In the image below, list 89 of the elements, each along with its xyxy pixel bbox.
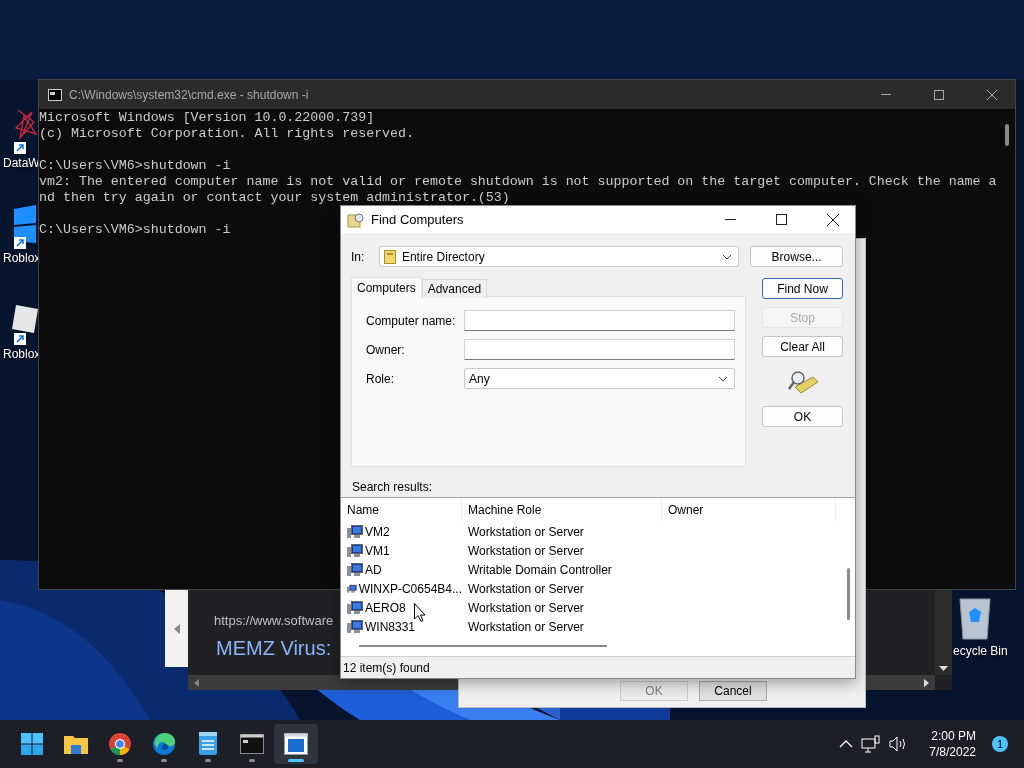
cancel-button[interactable]: Cancel bbox=[699, 681, 767, 701]
recycle-bin-icon[interactable] bbox=[957, 596, 993, 640]
role-cell-text: Workstation or Server bbox=[467, 523, 585, 541]
directory-icon bbox=[383, 249, 396, 264]
computer-name-cell[interactable]: WIN8331 bbox=[341, 617, 462, 636]
chevron-down-icon bbox=[718, 375, 728, 382]
column-header[interactable]: Owner bbox=[662, 498, 836, 522]
computer-icon bbox=[347, 543, 363, 558]
role-cell-text: Workstation or Server bbox=[467, 618, 585, 636]
start-icon bbox=[20, 732, 44, 756]
tab[interactable]: Advanced bbox=[421, 279, 488, 298]
desktop-icon-label[interactable]: Roblox bbox=[0, 251, 41, 265]
close-icon[interactable] bbox=[987, 89, 997, 100]
chevron-down-icon bbox=[722, 253, 733, 260]
tab[interactable]: Computers bbox=[351, 277, 422, 298]
console-line: vm2: The entered computer name is not valid or remote shutdown is not supported on the target computer. Check the name a bbox=[39, 174, 997, 190]
date: 7/8/2022 bbox=[929, 744, 976, 760]
status-text: 12 item(s) found bbox=[343, 660, 430, 675]
console-line: C:\Users\VM6>shutdown -i bbox=[39, 158, 231, 174]
location-dropdown[interactable]: Entire Directory bbox=[378, 246, 740, 267]
desktop-icon-label[interactable]: DataW bbox=[0, 156, 40, 170]
cursor-icon bbox=[414, 603, 426, 622]
console-line: (c) Microsoft Corporation. All rights reserved. bbox=[39, 126, 415, 142]
role-cell-text: Workstation or Server bbox=[467, 542, 585, 560]
computer-name-cell[interactable]: VM1 bbox=[341, 541, 462, 560]
field-label: Owner: bbox=[366, 342, 406, 357]
role-cell-text: Workstation or Server bbox=[467, 580, 585, 598]
field-label: In: bbox=[351, 249, 366, 264]
role-cell-text: Writable Domain Controller bbox=[467, 561, 613, 579]
window-title: C:\Windows\system32\cmd.exe - shutdown -i bbox=[69, 87, 310, 102]
maximize-icon[interactable] bbox=[934, 89, 944, 100]
desktop-icon-label[interactable]: ecycle Bin bbox=[953, 644, 1008, 658]
computer-name: WIN8331 bbox=[365, 619, 416, 634]
computer-icon bbox=[347, 600, 363, 615]
action-button[interactable]: Clear All bbox=[762, 336, 843, 357]
computer-name: VM1 bbox=[365, 543, 390, 558]
computer-icon bbox=[347, 562, 363, 577]
computer-name-cell[interactable]: WINXP-C0654B4... bbox=[341, 579, 462, 598]
computer-name: VM2 bbox=[365, 524, 390, 539]
scroll-down-icon[interactable] bbox=[939, 666, 948, 671]
vertical-scrollbar[interactable] bbox=[935, 590, 952, 675]
chrome-icon bbox=[108, 732, 132, 756]
magnifier-icon bbox=[786, 368, 819, 395]
app-window-icon bbox=[284, 733, 308, 755]
role-dropdown[interactable]: Any bbox=[464, 368, 735, 389]
console-line: Microsoft Windows [Version 10.0.22000.739] bbox=[39, 110, 375, 126]
computer-name: AD bbox=[365, 562, 382, 577]
notification-badge[interactable]: 1 bbox=[992, 736, 1008, 752]
terminal-icon bbox=[240, 734, 264, 754]
results-label: Search results: bbox=[351, 479, 434, 496]
chevron-up-icon[interactable] bbox=[839, 740, 854, 748]
edge-icon bbox=[152, 732, 176, 756]
console-icon bbox=[48, 88, 62, 101]
action-button[interactable]: Find Now bbox=[762, 278, 843, 299]
ok-button[interactable]: OK bbox=[762, 406, 843, 427]
scrollbar-thumb[interactable] bbox=[1005, 124, 1009, 146]
computer-icon bbox=[347, 619, 363, 634]
volume-icon[interactable] bbox=[889, 736, 908, 752]
field-label: Role: bbox=[366, 371, 395, 386]
computer-name: AERO8 bbox=[365, 600, 406, 615]
scroll-right-icon[interactable] bbox=[924, 678, 929, 687]
scrollbar-thumb[interactable] bbox=[847, 568, 850, 620]
computer-icon bbox=[347, 581, 357, 596]
clock[interactable]: 2:00 PM 7/8/2022 bbox=[929, 728, 976, 760]
console-line: nd then try again or contact your system administrator.(53) bbox=[39, 190, 510, 206]
computer-icon bbox=[347, 524, 363, 539]
taskbar-button[interactable] bbox=[274, 724, 318, 764]
computer-name-cell[interactable]: AD bbox=[341, 560, 462, 579]
folder-icon bbox=[63, 733, 89, 755]
maximize-icon[interactable] bbox=[776, 214, 787, 225]
close-icon[interactable] bbox=[826, 213, 839, 226]
computer-name: WINXP-C0654B4... bbox=[358, 581, 462, 596]
field-label: Computer name: bbox=[366, 313, 457, 328]
time: 2:00 PM bbox=[931, 728, 976, 744]
network-icon[interactable] bbox=[861, 735, 882, 753]
console-line: C:\Users\VM6>shutdown -i bbox=[39, 222, 231, 238]
column-header[interactable]: Machine Role bbox=[462, 498, 662, 522]
search-folder-icon bbox=[347, 211, 365, 228]
column-header[interactable]: Name bbox=[341, 498, 462, 522]
input-field[interactable] bbox=[464, 339, 735, 360]
window-title: Find Computers bbox=[371, 212, 465, 227]
desktop-icon-label[interactable]: Roblox bbox=[0, 347, 41, 361]
scrollbar-thumb[interactable] bbox=[359, 645, 607, 647]
browse-button[interactable]: Browse... bbox=[750, 246, 843, 267]
computer-name-cell[interactable]: AERO8 bbox=[341, 598, 462, 617]
notepad-icon bbox=[198, 732, 218, 756]
input-field[interactable] bbox=[464, 310, 735, 331]
role-cell-text: Workstation or Server bbox=[467, 599, 585, 617]
computer-name-cell[interactable]: VM2 bbox=[341, 522, 462, 541]
